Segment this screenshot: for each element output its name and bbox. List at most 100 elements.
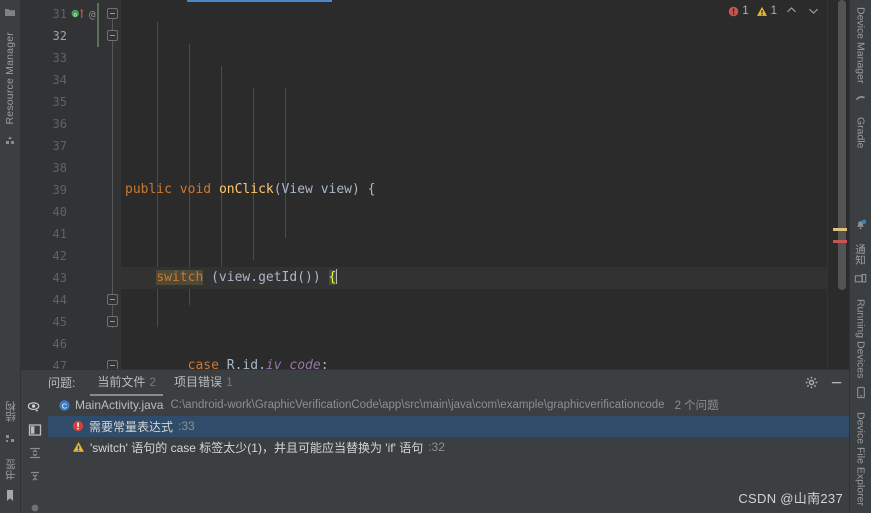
structure-icon [4, 432, 16, 450]
gutter-row-32[interactable]: 32 [21, 25, 121, 47]
gutter-row-33[interactable]: 33 [21, 47, 121, 69]
expand-all-icon[interactable] [28, 446, 42, 460]
warning-icon [72, 441, 85, 453]
fold-toggle-32[interactable] [107, 30, 118, 41]
line-number-32: 32 [52, 29, 67, 43]
problems-tree[interactable]: C MainActivity.java C:\android-work\Grap… [48, 394, 849, 513]
chevron-up-icon[interactable] [782, 4, 801, 18]
annotation-marker-31[interactable]: @ [89, 8, 96, 21]
problems-file-path: C:\android-work\GraphicVerificationCode\… [170, 399, 665, 412]
sidebar-item-running-devices[interactable]: Running Devices [853, 294, 869, 383]
minimize-icon[interactable] [830, 376, 843, 389]
gutter-row-37[interactable]: 37 [21, 135, 121, 157]
right-strip-top-group: Device Manager Gradle [853, 2, 869, 154]
editor-gutter[interactable]: 31 o @32 33 34 35 36 37 38 39 40 41 42 43 44 45 46 47 [21, 0, 121, 369]
problems-file-count: 2 个问题 [674, 400, 719, 413]
problems-panel-body: C MainActivity.java C:\android-work\Grap… [21, 394, 849, 513]
svg-text:C: C [62, 401, 68, 410]
line-number-43: 43 [52, 271, 67, 285]
warning-icon [756, 6, 768, 17]
gutter-row-44[interactable]: 44 [21, 289, 121, 311]
tab-project-errors[interactable]: 项目错误 1 [165, 369, 242, 395]
gutter-row-38[interactable]: 38 [21, 157, 121, 179]
problem-message: 'switch' 语句的 case 标签太少(1)，并且可能应当替换为 'if'… [90, 440, 424, 455]
editor-scrollbar[interactable] [827, 0, 849, 369]
gutter-row-31[interactable]: 31 o @ [21, 3, 121, 25]
problem-item-warning[interactable]: 'switch' 语句的 case 标签太少(1)，并且可能应当替换为 'if'… [48, 437, 849, 458]
error-icon [728, 6, 739, 17]
left-tool-window-bar: Resource Manager 结构 书签 [0, 0, 21, 513]
warning-marker [833, 228, 847, 231]
eye-icon[interactable] [27, 401, 42, 414]
line-number-47: 47 [52, 359, 67, 369]
line-number-33: 33 [52, 51, 67, 65]
line-number-31: 31 [52, 7, 67, 21]
problem-item-error[interactable]: 需要常量表达式 :33 [48, 415, 849, 437]
gutter-row-41[interactable]: 41 [21, 223, 121, 245]
gutter-row-45[interactable]: 45 [21, 311, 121, 333]
project-folder-icon[interactable] [4, 5, 16, 23]
code-line-33[interactable]: case R.id.iv_code: [121, 355, 849, 369]
line-number-44: 44 [52, 293, 67, 307]
fold-toggle-45[interactable] [107, 316, 118, 327]
line-number-35: 35 [52, 95, 67, 109]
error-count-label: 1 [742, 5, 749, 17]
gutter-row-46[interactable]: 46 [21, 333, 121, 355]
running-devices-icon [854, 273, 867, 291]
preview-panel-icon[interactable] [28, 423, 42, 437]
problems-file-node[interactable]: C MainActivity.java C:\android-work\Grap… [48, 395, 849, 416]
gutter-row-36[interactable]: 36 [21, 113, 121, 135]
bookmarks-icon [4, 489, 16, 508]
fold-toggle-44[interactable] [107, 294, 118, 305]
sidebar-item-device-file-explorer[interactable]: Device File Explorer [853, 407, 869, 511]
java-class-icon: C [58, 399, 71, 412]
sidebar-item-structure[interactable]: 结构 [1, 395, 20, 428]
problems-panel-toolbar [21, 394, 48, 513]
error-marker [833, 240, 847, 243]
sidebar-item-bookmarks[interactable]: 书签 [1, 453, 20, 486]
more-options-icon[interactable] [29, 502, 41, 513]
problem-line-ref: :32 [428, 440, 445, 455]
line-number-37: 37 [52, 139, 67, 153]
android-studio-window: Resource Manager 结构 书签 31 o @ 32 33 34 3… [0, 0, 871, 513]
chevron-down-icon[interactable] [804, 4, 823, 18]
collapse-all-icon[interactable] [28, 469, 42, 483]
left-strip-top-group: Resource Manager [2, 2, 18, 155]
line-number-41: 41 [52, 227, 67, 241]
problem-line-ref: :33 [178, 419, 195, 434]
inspection-status-widget[interactable]: 1 1 [726, 4, 823, 18]
code-line-31[interactable]: public void onClick(View view) { [121, 179, 849, 201]
problems-panel-header: 问题: 当前文件 2 项目错误 1 [21, 369, 849, 397]
problems-file-name: MainActivity.java [75, 398, 164, 413]
tab-project-errors-label: 项目错误 [174, 375, 223, 390]
editor-scrollbar-thumb[interactable] [838, 0, 846, 290]
line-number-42: 42 [52, 249, 67, 263]
problems-panel-title: 问题: [48, 375, 76, 390]
sidebar-item-notifications[interactable]: 通知 [851, 239, 870, 270]
gutter-row-35[interactable]: 35 [21, 91, 121, 113]
warning-count-indicator[interactable]: 1 [754, 5, 779, 17]
fold-toggle-47[interactable] [107, 360, 118, 369]
gutter-row-43[interactable]: 43 [21, 267, 121, 289]
error-count-indicator[interactable]: 1 [726, 5, 750, 17]
gutter-row-34[interactable]: 34 [21, 69, 121, 91]
gutter-row-40[interactable]: 40 [21, 201, 121, 223]
code-text-area[interactable]: public void onClick(View view) { switch … [121, 0, 849, 369]
main-content-column: 31 o @32 33 34 35 36 37 38 39 40 41 42 43 44 45 46 47 pub… [21, 0, 849, 513]
warning-count-label: 1 [770, 5, 777, 17]
tab-current-file[interactable]: 当前文件 2 [88, 369, 165, 397]
code-line-32[interactable]: switch (view.getId()) { [121, 267, 849, 289]
gutter-row-39[interactable]: 39 [21, 179, 121, 201]
code-editor[interactable]: 31 o @32 33 34 35 36 37 38 39 40 41 42 43 44 45 46 47 pub… [21, 0, 849, 369]
sidebar-item-resource-manager[interactable]: Resource Manager [2, 26, 18, 131]
fold-toggle-31[interactable] [107, 8, 118, 19]
gutter-row-42[interactable]: 42 [21, 245, 121, 267]
override-method-icon[interactable]: o [71, 7, 86, 25]
line-number-39: 39 [52, 183, 67, 197]
sidebar-item-gradle[interactable]: Gradle [853, 112, 869, 154]
gutter-row-47[interactable]: 47 [21, 355, 121, 369]
gear-icon[interactable] [805, 376, 818, 389]
resource-manager-icon [4, 134, 16, 152]
gradle-icon [855, 91, 867, 109]
sidebar-item-device-manager[interactable]: Device Manager [853, 2, 869, 88]
